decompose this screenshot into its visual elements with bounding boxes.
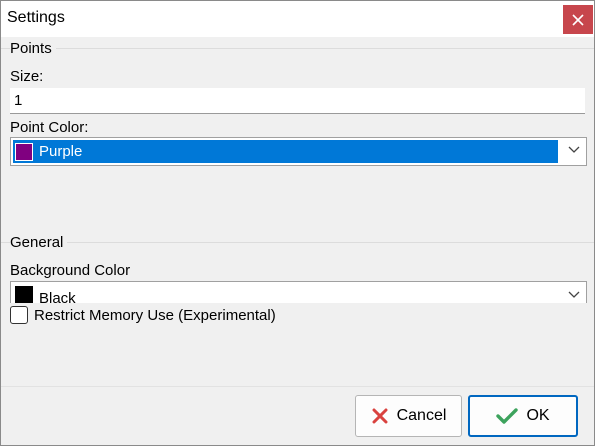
checkmark-icon [496, 407, 519, 425]
general-group-line [1, 242, 594, 243]
chevron-down-icon [568, 146, 580, 153]
chevron-down-icon [568, 291, 580, 298]
point-color-label: Point Color: [10, 119, 89, 136]
points-group-line [1, 48, 594, 49]
size-label: Size: [10, 68, 44, 85]
point-color-dropdown[interactable]: Purple [10, 137, 587, 166]
ok-label: OK [526, 407, 550, 424]
background-color-value: Black [39, 289, 76, 304]
point-color-selection: Purple [13, 140, 558, 163]
window-title: Settings [7, 9, 65, 26]
black-swatch [15, 286, 33, 303]
cancel-label: Cancel [396, 407, 447, 424]
point-color-value: Purple [39, 143, 83, 160]
x-icon [371, 407, 389, 425]
background-color-label: Background Color [10, 262, 131, 279]
restrict-memory-label: Restrict Memory Use (Experimental) [34, 307, 276, 324]
settings-dialog: Settings Points Size: Point Color: Purpl… [0, 0, 595, 446]
points-group-label: Points [10, 40, 56, 57]
title-bar: Settings [1, 1, 594, 37]
ok-button[interactable]: OK [468, 395, 578, 437]
background-color-dropdown[interactable]: Black [10, 281, 587, 303]
size-input[interactable] [10, 88, 585, 114]
background-color-selection: Black [13, 285, 76, 303]
general-group-label: General [10, 234, 68, 251]
cancel-button[interactable]: Cancel [355, 395, 462, 437]
close-icon [572, 13, 584, 26]
button-area-separator [1, 386, 594, 387]
close-button[interactable] [563, 5, 593, 34]
purple-swatch [15, 142, 33, 161]
restrict-memory-checkbox[interactable] [10, 306, 28, 324]
